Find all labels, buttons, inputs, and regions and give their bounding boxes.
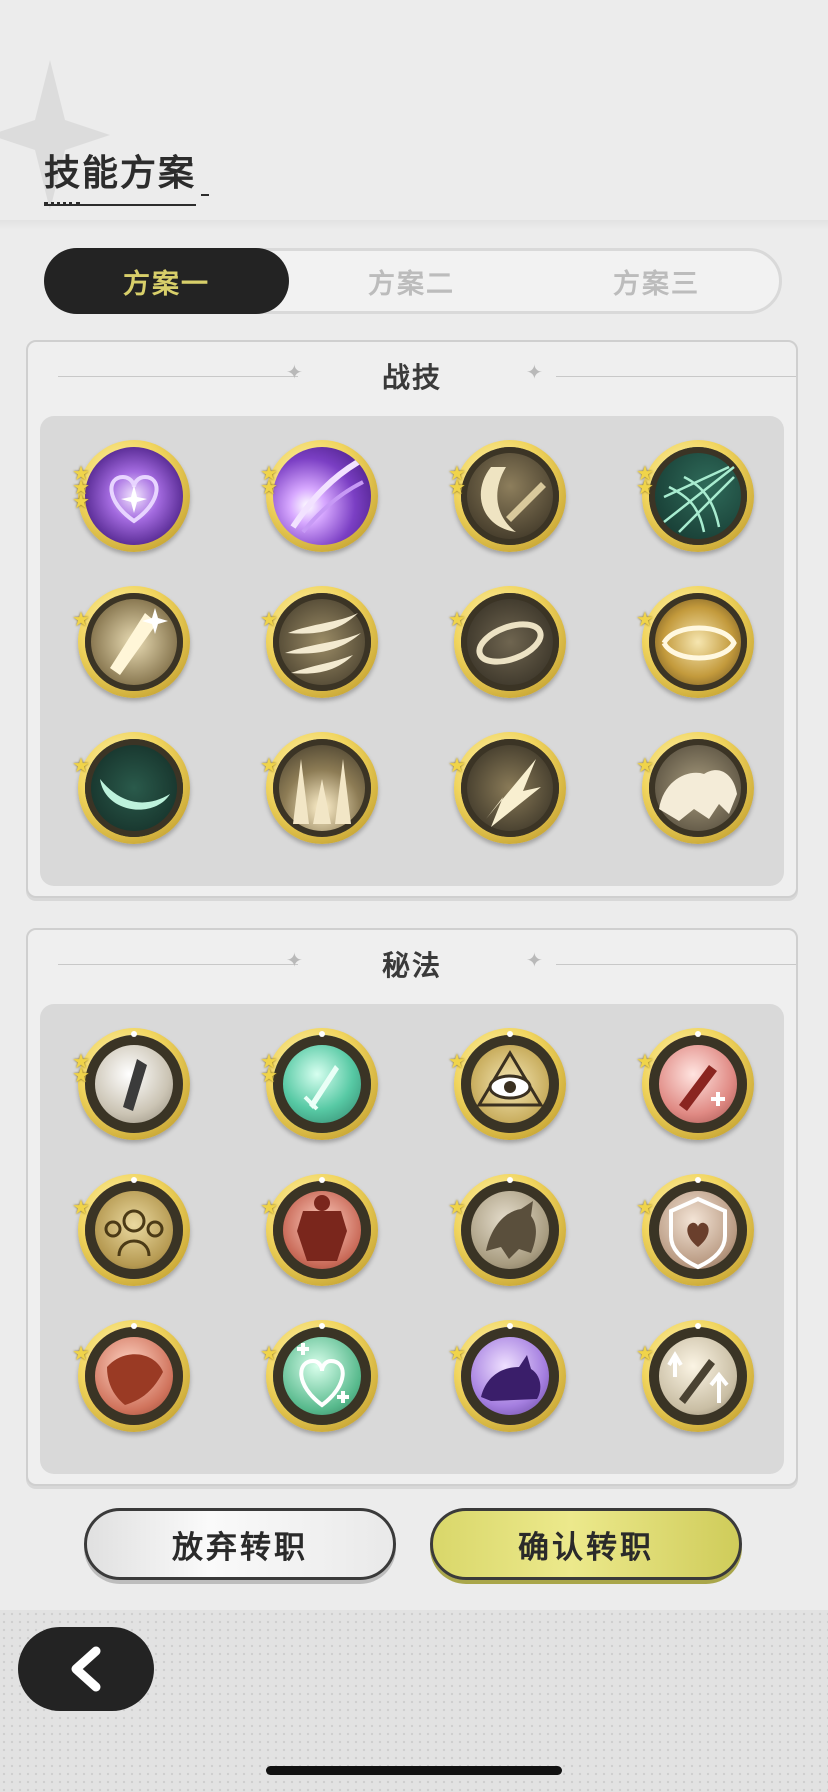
- tab-scheme-1[interactable]: 方案一: [44, 248, 289, 314]
- rank-stars: ★: [636, 1341, 654, 1365]
- secret-all-seeing-eye[interactable]: ★: [448, 1028, 566, 1140]
- battle-skills-panel: ✦ 战技 ✦ ★ ★ ★ ★ ★ ★ ★ ★ ★ ★ ★ ★ ★ ★ ★ ★ ★: [26, 340, 798, 898]
- page-title: 技能方案: [44, 144, 197, 206]
- jade-crescent-icon: [85, 739, 183, 837]
- rank-stars: ★: [448, 1341, 466, 1365]
- rank-stars: ★: [72, 1195, 90, 1219]
- secret-heart-shield[interactable]: ★: [636, 1174, 754, 1286]
- armor-icon: [273, 1181, 371, 1279]
- violet-orb-icon: [273, 447, 371, 545]
- green-heart-plus-icon: [273, 1327, 371, 1425]
- skill-crescent-blade[interactable]: ★ ★: [448, 440, 566, 552]
- rank-stars: ★: [260, 753, 278, 777]
- secret-power-sword[interactable]: ★: [636, 1320, 754, 1432]
- rank-stars: ★: [636, 1049, 654, 1073]
- secret-arts-panel: ✦ 秘法 ✦ ★ ★ ★ ★ ★ ★ ★ ★ ★ ★ ★ ★ ★ ★: [26, 928, 798, 1486]
- rank-stars: ★ ★: [636, 461, 654, 499]
- rank-stars: ★ ★: [448, 461, 466, 499]
- secret-red-armor[interactable]: ★: [260, 1174, 378, 1286]
- golden-vortex-icon: [649, 593, 747, 691]
- skill-jade-crescent[interactable]: ★: [72, 732, 190, 844]
- skill-web[interactable]: ★ ★: [636, 440, 754, 552]
- rank-stars: ★ ★: [260, 1049, 278, 1087]
- rank-stars: ★ ★: [72, 1049, 90, 1087]
- purple-heart-icon: [85, 447, 183, 545]
- skill-whirlwind[interactable]: ★: [448, 586, 566, 698]
- rank-stars: ★: [72, 753, 90, 777]
- purple-cat-icon: [461, 1327, 559, 1425]
- rank-stars: ★: [72, 607, 90, 631]
- rank-stars: ★: [72, 1341, 90, 1365]
- spike-burst-icon: [273, 739, 371, 837]
- whirlwind-icon: [461, 593, 559, 691]
- lightning-slash-icon: [461, 739, 559, 837]
- sparkle-icon: ✦: [526, 948, 543, 972]
- rank-stars: ★: [448, 753, 466, 777]
- jade-sword-icon: [273, 1035, 371, 1133]
- secret-heal-heart[interactable]: ★: [260, 1320, 378, 1432]
- secret-jade-sword[interactable]: ★ ★: [260, 1028, 378, 1140]
- red-sword-plus-icon: [649, 1035, 747, 1133]
- panel-header: ✦ 秘法 ✦: [28, 930, 796, 1004]
- rank-stars: ★: [448, 1195, 466, 1219]
- secret-healing-sword[interactable]: ★: [636, 1028, 754, 1140]
- skill-triple-slash[interactable]: ★: [260, 586, 378, 698]
- rank-stars: ★ ★ ★: [72, 461, 90, 513]
- sword-up-arrow-icon: [649, 1327, 747, 1425]
- red-wing-icon: [85, 1327, 183, 1425]
- battle-skills-grid: ★ ★ ★ ★ ★ ★ ★ ★ ★ ★ ★ ★ ★ ★ ★ ★ ★: [40, 416, 784, 886]
- eye-icon: [461, 1035, 559, 1133]
- chevron-left-icon: [71, 1646, 101, 1692]
- rank-stars: ★: [260, 1341, 278, 1365]
- dagger-icon: [85, 1035, 183, 1133]
- secret-golem-party[interactable]: ★: [72, 1174, 190, 1286]
- rank-stars: ★: [636, 607, 654, 631]
- skill-lightning-slash[interactable]: ★: [448, 732, 566, 844]
- secret-hound[interactable]: ★: [448, 1174, 566, 1286]
- heart-shield-icon: [649, 1181, 747, 1279]
- skill-violet-orb[interactable]: ★ ★: [260, 440, 378, 552]
- rank-stars: ★: [448, 607, 466, 631]
- skill-spike-burst[interactable]: ★: [260, 732, 378, 844]
- divider-line: [556, 964, 796, 965]
- tab-scheme-3[interactable]: 方案三: [534, 251, 779, 311]
- title-underline-dots: [44, 202, 80, 205]
- panel-header: ✦ 战技 ✦: [28, 342, 796, 416]
- secret-dagger[interactable]: ★ ★: [72, 1028, 190, 1140]
- title-block: 技能方案: [44, 144, 209, 206]
- sparkle-icon: ✦: [526, 360, 543, 384]
- scheme-tabs: 方案一 方案二 方案三: [44, 248, 782, 314]
- home-indicator[interactable]: [266, 1766, 562, 1775]
- title-underline-tick: [201, 194, 209, 196]
- skill-golden-vortex[interactable]: ★: [636, 586, 754, 698]
- skill-shining-blade[interactable]: ★: [72, 586, 190, 698]
- secret-shadow-cat[interactable]: ★: [448, 1320, 566, 1432]
- confirm-class-change-button[interactable]: 确认转职: [430, 1508, 742, 1580]
- rank-stars: ★: [636, 1195, 654, 1219]
- triple-slash-icon: [273, 593, 371, 691]
- golem-group-icon: [85, 1181, 183, 1279]
- tab-scheme-2[interactable]: 方案二: [289, 251, 534, 311]
- secret-red-wing[interactable]: ★: [72, 1320, 190, 1432]
- shining-blade-icon: [85, 593, 183, 691]
- rank-stars: ★: [260, 1195, 278, 1219]
- abandon-class-change-button[interactable]: 放弃转职: [84, 1508, 396, 1580]
- secret-arts-grid: ★ ★ ★ ★ ★ ★ ★ ★ ★ ★ ★ ★ ★ ★: [40, 1004, 784, 1474]
- divider-line: [556, 376, 796, 377]
- rank-stars: ★: [636, 753, 654, 777]
- beast-charge-icon: [649, 739, 747, 837]
- rank-stars: ★: [448, 1049, 466, 1073]
- header-divider: [0, 220, 828, 230]
- skill-heart-burst[interactable]: ★ ★ ★: [72, 440, 190, 552]
- crescent-blade-icon: [461, 447, 559, 545]
- back-button[interactable]: [18, 1627, 154, 1711]
- skill-beast-charge[interactable]: ★: [636, 732, 754, 844]
- hound-icon: [461, 1181, 559, 1279]
- spider-web-icon: [649, 447, 747, 545]
- rank-stars: ★: [260, 607, 278, 631]
- rank-stars: ★ ★: [260, 461, 278, 499]
